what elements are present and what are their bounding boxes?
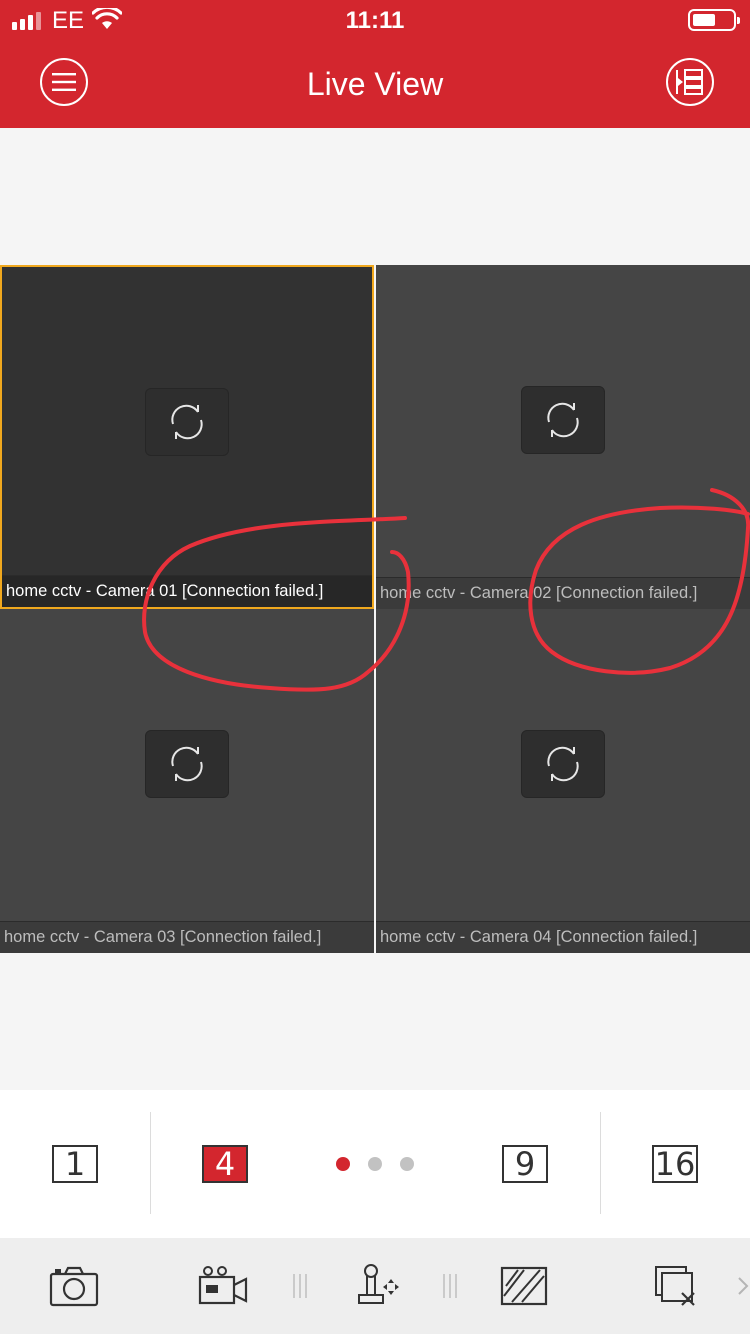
record-button[interactable] [198, 1262, 250, 1310]
bottom-toolbar [0, 1238, 750, 1334]
layout-selector: 1 4 9 16 [0, 1090, 750, 1238]
camera-caption: home cctv - Camera 03 [Connection failed… [0, 921, 374, 953]
page-dot[interactable] [400, 1157, 414, 1171]
camera-tile-3[interactable]: home cctv - Camera 03 [Connection failed… [0, 609, 374, 953]
app-header: EE 11:11 Live View [0, 0, 750, 128]
layout-4-button[interactable]: 4 [202, 1145, 248, 1183]
device-list-icon [676, 69, 703, 95]
ptz-icon [358, 1264, 399, 1304]
stop-all-button[interactable] [650, 1262, 702, 1310]
nav-bar: Live View [0, 42, 750, 128]
camera-grid: home cctv - Camera 01 [Connection failed… [0, 265, 750, 953]
device-list-button[interactable] [666, 58, 714, 106]
ptz-button[interactable] [352, 1262, 404, 1310]
divider [150, 1112, 151, 1214]
camera-caption: home cctv - Camera 01 [Connection failed… [2, 575, 372, 607]
toolbar-separator [293, 1274, 307, 1298]
stop-all-icon [655, 1266, 695, 1306]
camera-caption: home cctv - Camera 02 [Connection failed… [376, 577, 750, 609]
reconnect-button[interactable] [521, 386, 605, 454]
image-quality-icon [500, 1266, 548, 1306]
page-title: Live View [306, 66, 444, 102]
page-dot[interactable] [368, 1157, 382, 1171]
camera-tile-1[interactable]: home cctv - Camera 01 [Connection failed… [0, 265, 374, 609]
layout-1-button[interactable]: 1 [52, 1145, 98, 1183]
reconnect-button[interactable] [145, 388, 229, 456]
reconnect-button[interactable] [521, 730, 605, 798]
camera-tile-2[interactable]: home cctv - Camera 02 [Connection failed… [376, 265, 750, 609]
live-view-screen: EE 11:11 Live View home cctv - Camera 01… [0, 0, 750, 1334]
battery-icon [688, 9, 740, 31]
page-indicator [336, 1157, 416, 1171]
page-dot-active[interactable] [336, 1157, 350, 1171]
refresh-icon [171, 746, 203, 782]
refresh-icon [171, 404, 203, 440]
divider [600, 1112, 601, 1214]
camera-tile-4[interactable]: home cctv - Camera 04 [Connection failed… [376, 609, 750, 953]
record-icon [198, 1266, 248, 1305]
status-time: 11:11 [345, 7, 405, 34]
layout-9-button[interactable]: 9 [502, 1145, 548, 1183]
camera-caption: home cctv - Camera 04 [Connection failed… [376, 921, 750, 953]
layout-16-button[interactable]: 16 [652, 1145, 698, 1183]
capture-button[interactable] [48, 1262, 100, 1310]
capture-icon [49, 1266, 99, 1307]
status-bar: EE 11:11 [0, 0, 750, 42]
refresh-icon [547, 746, 579, 782]
toolbar-separator [443, 1274, 457, 1298]
chevron-right-icon[interactable] [736, 1272, 750, 1300]
refresh-icon [547, 402, 579, 438]
image-quality-button[interactable] [498, 1262, 550, 1310]
reconnect-button[interactable] [145, 730, 229, 798]
